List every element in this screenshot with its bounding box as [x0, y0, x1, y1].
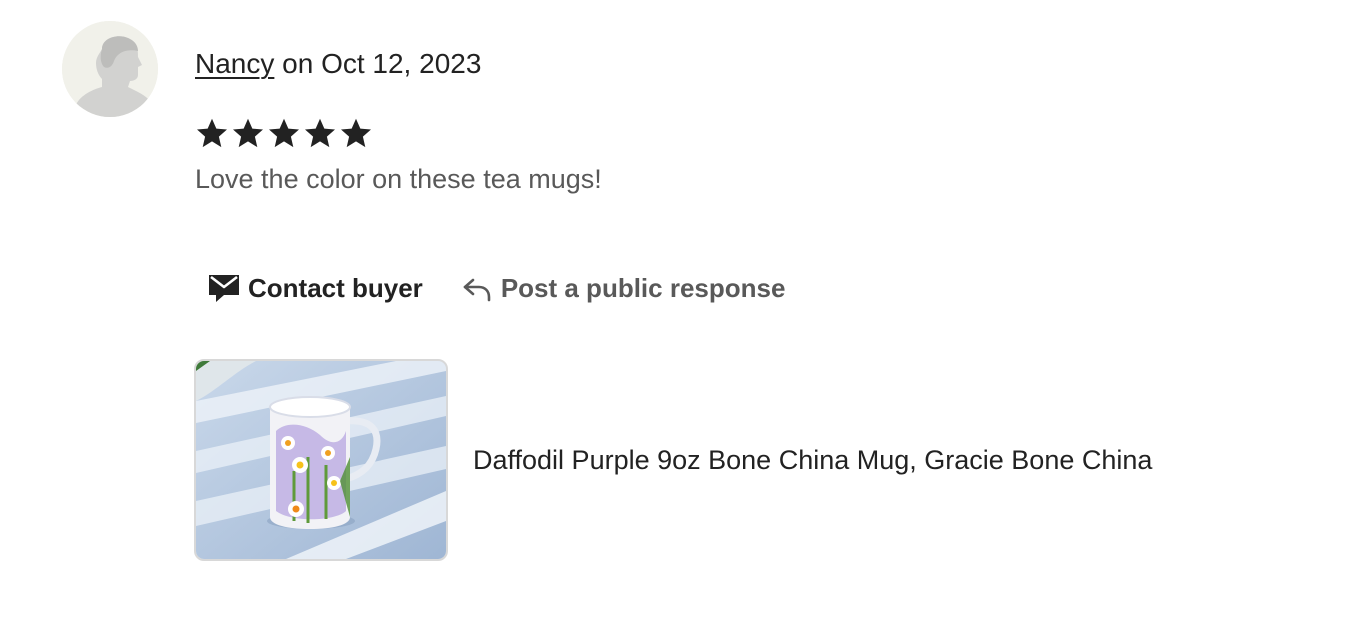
listing-title-link[interactable]: Daffodil Purple 9oz Bone China Mug, Grac…: [473, 443, 1152, 477]
contact-buyer-label: Contact buyer: [248, 272, 423, 303]
reply-icon: [463, 278, 491, 302]
star-icon: [305, 118, 335, 148]
star-rating: [194, 114, 374, 152]
reviewer-name-link[interactable]: Nancy: [195, 48, 274, 79]
post-public-response-label: Post a public response: [500, 272, 786, 303]
star-icon: [197, 118, 227, 148]
review-text: Love the color on these tea mugs!: [195, 164, 602, 194]
contact-buyer-button[interactable]: Contact buyer: [196, 260, 435, 316]
mug-photo: [196, 361, 446, 559]
default-avatar-icon: [62, 21, 158, 117]
message-icon: [209, 275, 239, 302]
listing-thumbnail[interactable]: [194, 359, 448, 561]
review-date: on Oct 12, 2023: [274, 48, 482, 79]
review-actions: Contact buyer Post a public response: [196, 260, 797, 316]
star-icon: [233, 118, 263, 148]
star-icon: [341, 118, 371, 148]
review-header: Nancy on Oct 12, 2023: [195, 46, 481, 82]
reviewer-avatar: [62, 21, 158, 117]
star-icon: [269, 118, 299, 148]
purchased-listing[interactable]: Daffodil Purple 9oz Bone China Mug, Grac…: [194, 359, 1152, 561]
post-public-response-button[interactable]: Post a public response: [449, 260, 798, 316]
